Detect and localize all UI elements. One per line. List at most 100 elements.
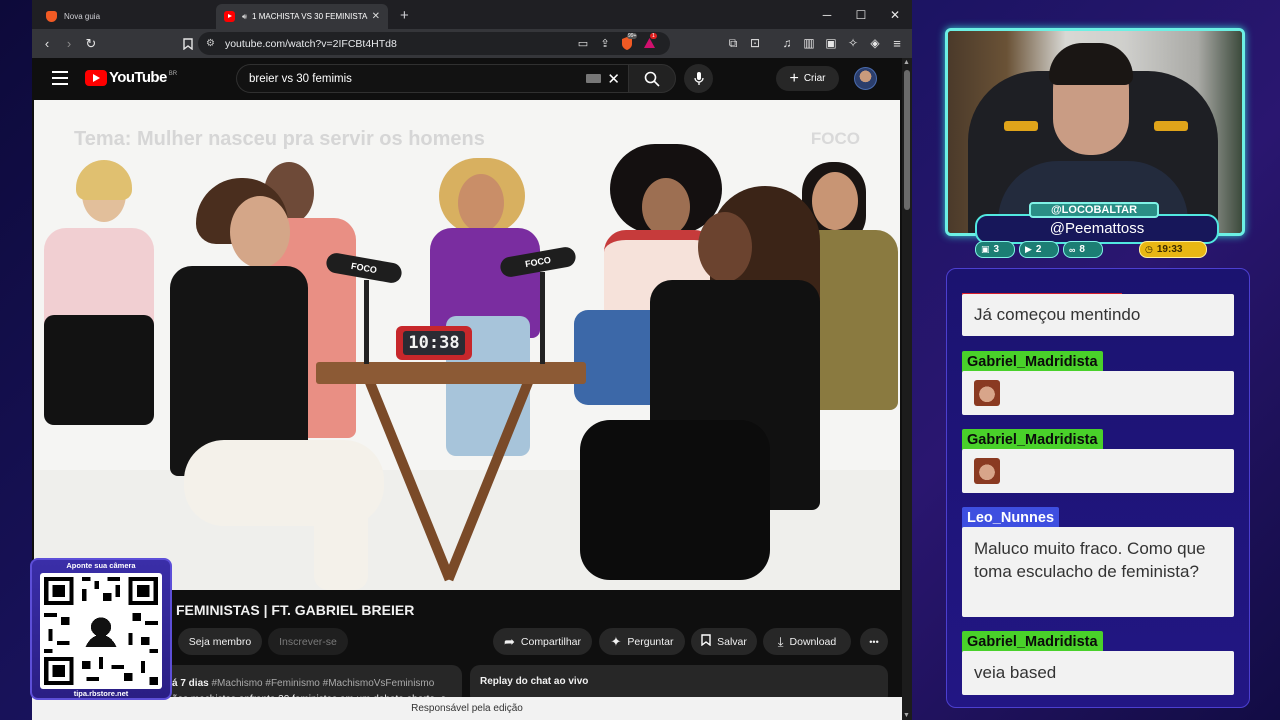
chat-message — [962, 371, 1234, 415]
chat-message: Já começou mentindo — [962, 294, 1234, 336]
forward-icon[interactable]: › — [58, 33, 80, 55]
channel-tag: @LOCOBALTAR — [1029, 202, 1159, 218]
chat-username: Leo_Nunnes — [962, 507, 1060, 529]
video-title: FEMINISTAS | FT. GABRIEL BREIER — [176, 602, 415, 618]
search-icon — [644, 71, 660, 87]
mic-stand — [364, 280, 369, 364]
streamer-handle: @Peemattoss — [975, 214, 1219, 244]
hashtags[interactable]: #Machismo #Feminismo #MachismoVsFeminism… — [211, 678, 434, 689]
extensions-icon[interactable]: ⧉ — [722, 32, 744, 54]
rewards-icon[interactable]: 1 — [638, 32, 660, 54]
screenshot-icon[interactable]: ⊡ — [744, 32, 766, 54]
debate-timer: 10:38 — [396, 326, 472, 360]
tab-youtube[interactable]: 🔊︎ 1 MACHISTA VS 30 FEMINISTAS | FT ✕ — [216, 4, 388, 29]
more-actions-button[interactable]: ••• — [860, 628, 888, 655]
live-chat-panel: Já começou mentindo Gabriel_Madridista G… — [946, 268, 1250, 708]
window-controls: ─ ☐ ✕ — [810, 0, 912, 29]
hamburger-icon[interactable] — [52, 71, 68, 85]
site-settings-icon[interactable]: ⚙ — [206, 38, 215, 49]
bookmark-icon — [701, 634, 711, 649]
chair-accent — [1004, 121, 1038, 131]
keyboard-icon[interactable] — [586, 74, 602, 83]
voice-search-button[interactable] — [684, 64, 713, 93]
stat-value: 19:33 — [1156, 244, 1183, 255]
save-button[interactable]: Salvar — [691, 628, 757, 655]
menu-icon[interactable]: ≡ — [886, 32, 908, 54]
scroll-thumb[interactable] — [904, 70, 910, 210]
ask-button[interactable]: ✦ Perguntar — [599, 628, 685, 655]
sidebar-icon[interactable]: ▥ — [798, 32, 820, 54]
avatar[interactable] — [854, 67, 877, 90]
stream-stats: ▣ 3 ▶ 2 ∞ 8 ◷ 19:33 — [975, 241, 1219, 259]
stat-value: 3 — [993, 244, 1000, 255]
download-icon: ⤓ — [777, 633, 784, 649]
alert-badge: 1 — [650, 33, 657, 39]
clock-icon: ◷ — [1145, 244, 1153, 254]
editor-credit-bar: Responsável pela edição — [32, 697, 902, 720]
clear-search-icon[interactable]: ✕ — [607, 70, 620, 88]
bookmark-icon[interactable] — [177, 33, 199, 55]
emote-icon — [974, 458, 1000, 484]
youtube-logo[interactable]: YouTube BR — [85, 69, 177, 86]
share-icon[interactable]: ⇪ — [594, 32, 616, 54]
create-button[interactable]: + Criar — [776, 66, 839, 91]
close-tab-icon[interactable]: ✕ — [372, 11, 380, 22]
search-button[interactable] — [628, 64, 676, 93]
qr-pattern — [44, 577, 158, 685]
brave-badge: 99+ — [627, 33, 638, 39]
cast-icon[interactable]: ▭ — [572, 32, 594, 54]
tab-label: 1 MACHISTA VS 30 FEMINISTAS | FT — [252, 12, 368, 21]
ask-label: Perguntar — [627, 635, 674, 648]
video-brand-overlay: FOCO — [810, 129, 860, 148]
chat-username: Gabriel_Madridista — [962, 631, 1103, 653]
chat-message — [962, 449, 1234, 493]
timer-value: 10:38 — [403, 331, 465, 355]
chat-replay-label: Replay do chat ao vivo — [480, 676, 589, 687]
more-icon: ••• — [869, 636, 879, 647]
chat-username: Gabriel_Madridista — [962, 429, 1103, 451]
video-player[interactable]: Tema: Mulher nasceu pra servir os homens… — [34, 100, 900, 590]
chat-username: Gabriel_Madridista — [962, 351, 1103, 373]
qr-bottom-text: tipa.rbstore.net — [73, 689, 129, 698]
speaker-icon[interactable]: 🔊︎ — [242, 12, 247, 22]
join-button[interactable]: Seja membro — [178, 628, 262, 655]
back-icon[interactable]: ‹ — [36, 33, 58, 55]
tab-strip: Nova guia 🔊︎ 1 MACHISTA VS 30 FEMINISTAS… — [32, 0, 912, 29]
share-label: Compartilhar — [520, 635, 581, 648]
brave-shield-icon[interactable]: 99+ — [616, 32, 638, 54]
url-text[interactable]: youtube.com/watch?v=2IFCBt4HTd8 — [225, 38, 397, 50]
vpn-icon[interactable]: ◈ — [864, 32, 886, 54]
new-tab-icon[interactable]: + — [400, 7, 409, 24]
link-icon: ∞ — [1069, 244, 1076, 255]
page-scrollbar[interactable]: ▲ ▼ — [902, 58, 912, 720]
youtube-header: YouTube BR breier vs 30 femimis ✕ + Cria… — [32, 58, 902, 100]
scroll-up-icon[interactable]: ▲ — [903, 59, 910, 66]
video-age: á 7 dias — [172, 678, 209, 689]
qr-overlay: Aponte sua câmera tipa.rbstore.net — [30, 558, 172, 700]
stat-value: 2 — [1035, 244, 1042, 255]
tab-new[interactable]: Nova guia — [38, 4, 214, 29]
qr-code — [40, 573, 162, 689]
video-topic-overlay: Tema: Mulher nasceu pra servir os homens — [74, 128, 485, 150]
brave-icon — [46, 11, 57, 22]
video-icon: ▶ — [1025, 244, 1032, 254]
scroll-down-icon[interactable]: ▼ — [903, 712, 910, 719]
stat-clock: ◷ 19:33 — [1139, 241, 1207, 258]
chat-text: Maluco muito fraco. Como que toma escula… — [974, 539, 1206, 581]
maximize-icon[interactable]: ☐ — [844, 0, 878, 29]
search-input[interactable]: breier vs 30 femimis — [249, 73, 586, 85]
close-window-icon[interactable]: ✕ — [878, 0, 912, 29]
sparkle-icon: ✦ — [610, 633, 622, 649]
debate-table — [316, 362, 586, 384]
qr-top-text: Aponte sua câmera — [66, 561, 136, 570]
download-button[interactable]: ⤓ Download — [763, 628, 851, 655]
wallet-icon[interactable]: ▣ — [820, 32, 842, 54]
leo-ai-icon[interactable]: ✧ — [842, 32, 864, 54]
search-box[interactable]: breier vs 30 femimis ✕ — [236, 64, 628, 93]
music-icon[interactable]: ♫ — [776, 32, 798, 54]
subscribe-button[interactable]: Inscrever-se — [268, 628, 348, 655]
minimize-icon[interactable]: ─ — [810, 0, 844, 29]
chat-text: Já começou mentindo — [974, 305, 1141, 324]
share-button[interactable]: ➦ Compartilhar — [493, 628, 592, 655]
reload-icon[interactable]: ↻ — [80, 33, 102, 55]
